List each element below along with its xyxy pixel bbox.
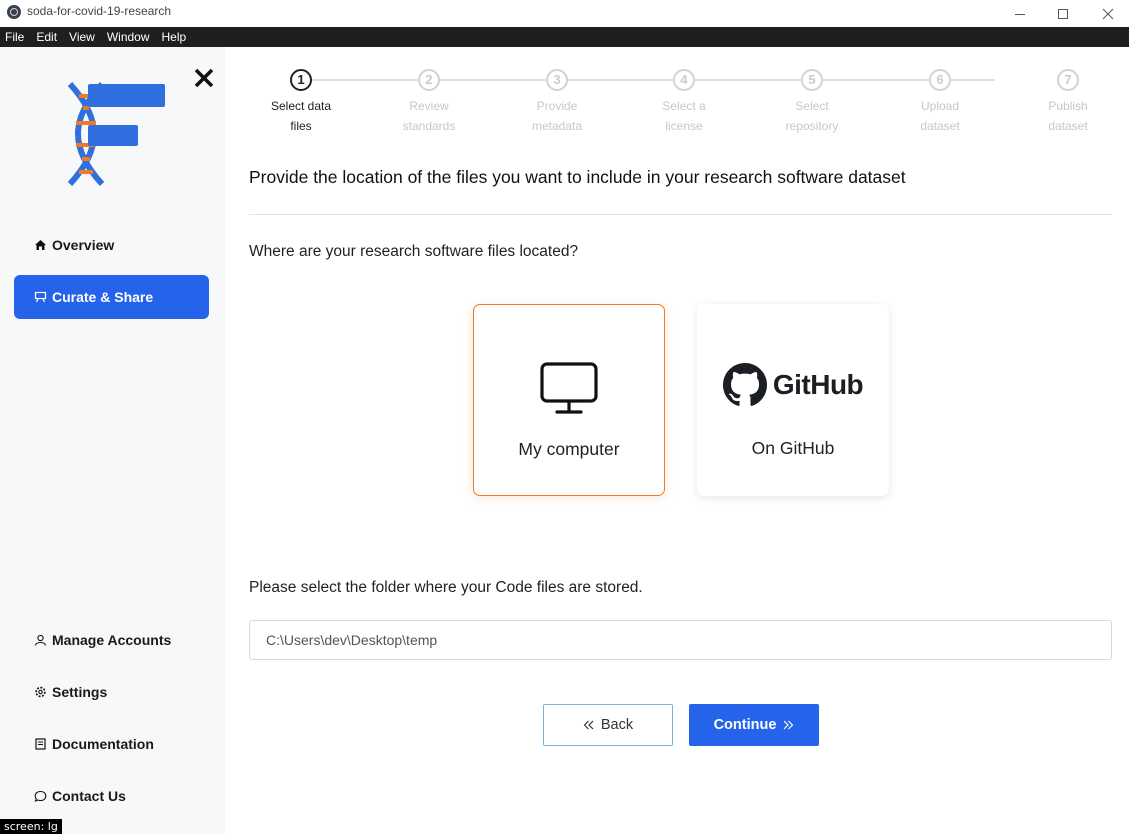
github-logo: GitHub: [722, 363, 864, 407]
step-5-number: 5: [801, 69, 823, 91]
main-content: 1 Select data files 2 Review standards 3…: [225, 47, 1129, 834]
github-octocat-icon: [722, 363, 767, 406]
folder-path-input[interactable]: [249, 620, 1112, 660]
app-icon: [7, 5, 21, 19]
option-on-github[interactable]: GitHub On GitHub: [697, 304, 889, 496]
nav-contact-us[interactable]: Contact Us: [14, 774, 209, 818]
nav-documentation-label: Documentation: [52, 736, 154, 752]
step-6-number: 6: [929, 69, 951, 91]
nav-overview-label: Overview: [52, 237, 115, 253]
continue-button-label: Continue: [713, 717, 777, 733]
back-button-label: Back: [600, 717, 634, 733]
book-icon: [35, 738, 46, 750]
nav-curate-share-label: Curate & Share: [52, 289, 154, 305]
github-wordmark: GitHub: [772, 369, 864, 400]
sidebar: Overview Curate & Share Manage Accounts …: [0, 47, 225, 834]
nav-settings-label: Settings: [52, 684, 108, 700]
step-4-number: 4: [673, 69, 695, 91]
option-my-computer-label: My computer: [518, 439, 620, 459]
step-1-number: 1: [290, 69, 312, 91]
title-bar: soda-for-covid-19-research: [0, 0, 1129, 27]
continue-button[interactable]: Continue: [689, 704, 819, 746]
nav-contact-us-label: Contact Us: [52, 788, 126, 804]
step-4-label: Select a license: [662, 99, 706, 133]
step-7[interactable]: 7 Publish dataset: [1023, 69, 1113, 136]
home-icon: [35, 240, 46, 250]
option-on-github-label: On GitHub: [751, 438, 835, 458]
close-sidebar-icon[interactable]: [193, 67, 215, 89]
location-question: Where are your research software files l…: [249, 243, 579, 260]
divider: [249, 214, 1112, 215]
monitor-icon: [540, 362, 598, 414]
step-2-label: Review standards: [402, 99, 456, 133]
menu-file[interactable]: File: [5, 30, 24, 44]
menu-window[interactable]: Window: [107, 30, 150, 44]
step-6-label: Upload dataset: [920, 99, 960, 133]
close-icon[interactable]: [1085, 0, 1129, 27]
stepper-line: [312, 79, 995, 81]
nav-manage-accounts[interactable]: Manage Accounts: [14, 618, 209, 662]
window-title: soda-for-covid-19-research: [27, 4, 172, 18]
step-3-label: Provide metadata: [531, 99, 583, 133]
chevrons-left-icon: [583, 720, 594, 730]
chat-icon: [34, 790, 47, 802]
folder-prompt: Please select the folder where your Code…: [249, 579, 643, 596]
menu-help[interactable]: Help: [162, 30, 187, 44]
gear-icon: [35, 686, 46, 698]
page-title: Provide the location of the files you wa…: [249, 167, 906, 187]
step-3-number: 3: [546, 69, 568, 91]
minimize-icon[interactable]: [997, 0, 1043, 27]
option-my-computer[interactable]: My computer: [473, 304, 665, 496]
menu-bar: File Edit View Window Help: [0, 27, 1129, 47]
nav-overview[interactable]: Overview: [14, 223, 209, 267]
back-button[interactable]: Back: [543, 704, 673, 746]
user-icon: [34, 634, 47, 646]
nav-documentation[interactable]: Documentation: [14, 722, 209, 766]
step-5-label: Select repository: [785, 99, 839, 133]
soda-logo: [67, 81, 165, 187]
step-7-label: Publish dataset: [1048, 99, 1088, 133]
nav-settings[interactable]: Settings: [14, 670, 209, 714]
menu-view[interactable]: View: [69, 30, 95, 44]
nav-curate-share[interactable]: Curate & Share: [14, 275, 209, 319]
nav-manage-accounts-label: Manage Accounts: [52, 632, 172, 648]
step-1-label: Select data files: [270, 99, 332, 133]
step-7-number: 7: [1057, 69, 1079, 91]
step-2-number: 2: [418, 69, 440, 91]
menu-edit[interactable]: Edit: [36, 30, 57, 44]
curate-icon: [34, 291, 47, 303]
screen-size-tag: screen: lg: [0, 819, 62, 834]
chevrons-right-icon: [783, 720, 794, 730]
maximize-icon[interactable]: [1040, 0, 1086, 27]
